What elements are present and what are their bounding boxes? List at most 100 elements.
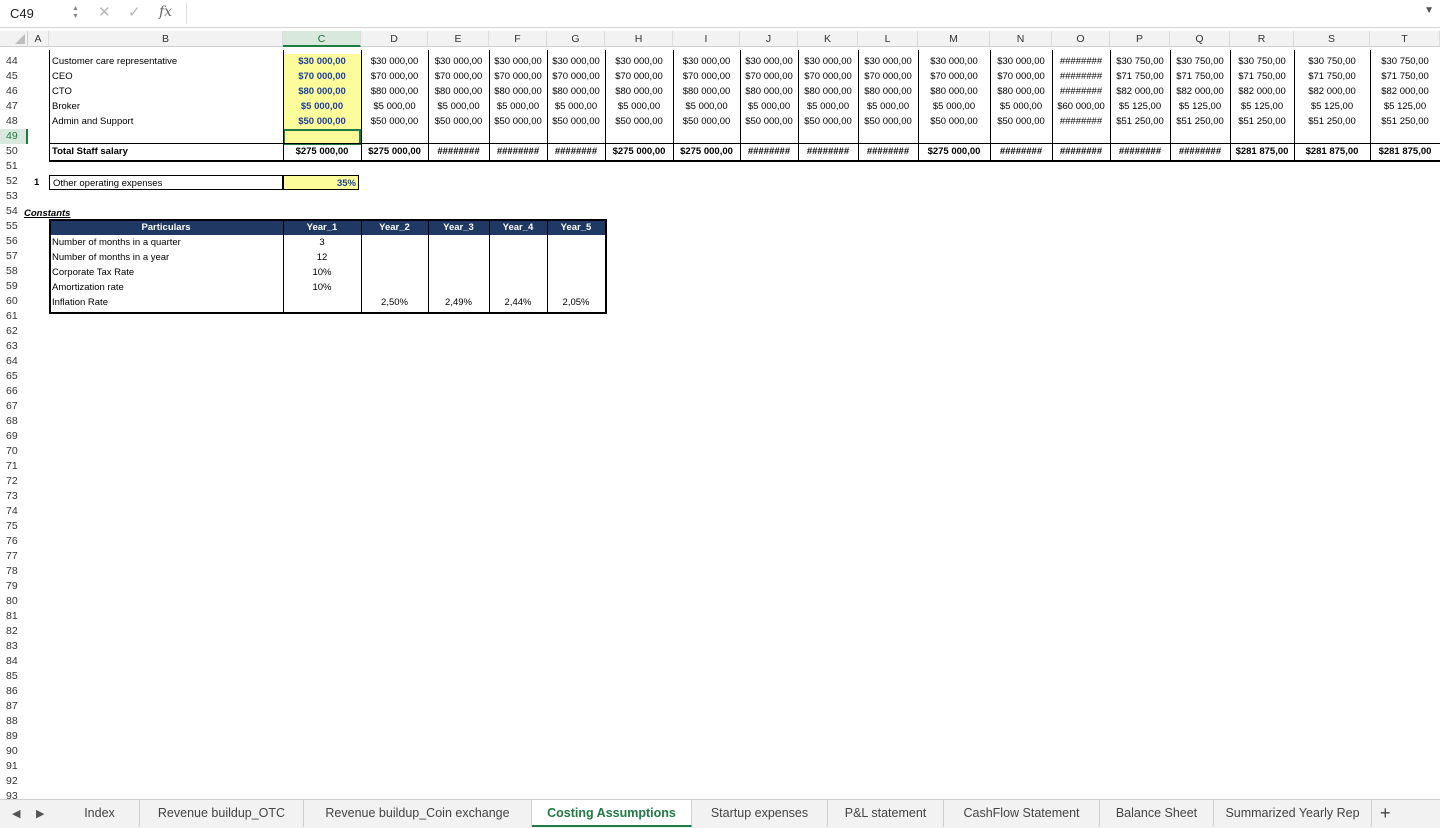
- salary-cell[interactable]: $50 000,00: [547, 114, 605, 129]
- salary-cell[interactable]: $5 000,00: [918, 99, 990, 114]
- name-box[interactable]: C49 ▲ ▼: [0, 2, 82, 24]
- row-header-68[interactable]: 68: [0, 414, 28, 429]
- constants-value[interactable]: 2,44%: [489, 295, 547, 310]
- row-header-89[interactable]: 89: [0, 729, 28, 744]
- total-salary-cell[interactable]: $281 875,00: [1370, 144, 1440, 159]
- salary-cell[interactable]: $30 000,00: [858, 54, 918, 69]
- row-header-70[interactable]: 70: [0, 444, 28, 459]
- row-header-87[interactable]: 87: [0, 699, 28, 714]
- column-header-i[interactable]: I: [673, 31, 740, 47]
- cancel-icon[interactable]: ✕: [98, 3, 111, 21]
- column-header-a[interactable]: A: [28, 31, 49, 47]
- salary-cell[interactable]: $5 000,00: [489, 99, 547, 114]
- salary-cell[interactable]: $30 000,00: [918, 54, 990, 69]
- constants-value[interactable]: 10%: [283, 280, 361, 295]
- total-salary-cell[interactable]: ########: [1052, 144, 1110, 159]
- constants-value[interactable]: [489, 235, 547, 250]
- scroll-tabs-left-icon[interactable]: ◀: [12, 807, 20, 820]
- salary-cell[interactable]: $30 750,00: [1230, 54, 1294, 69]
- row-header-71[interactable]: 71: [0, 459, 28, 474]
- salary-cell[interactable]: $71 750,00: [1110, 69, 1170, 84]
- salary-cell[interactable]: $30 000,00: [547, 54, 605, 69]
- total-salary-cell[interactable]: ########: [1170, 144, 1230, 159]
- salary-cell[interactable]: $80 000,00: [428, 84, 489, 99]
- sheet-tab-costing-assumptions[interactable]: Costing Assumptions: [532, 800, 692, 827]
- salary-cell[interactable]: $50 000,00: [428, 114, 489, 129]
- salary-cell[interactable]: $50 000,00: [673, 114, 740, 129]
- column-header-t[interactable]: T: [1370, 31, 1440, 47]
- column-header-g[interactable]: G: [547, 31, 605, 47]
- constants-value[interactable]: [547, 265, 605, 280]
- row-header-45[interactable]: 45: [0, 69, 28, 84]
- constants-value[interactable]: 2,50%: [361, 295, 428, 310]
- salary-cell[interactable]: $80 000,00: [798, 84, 858, 99]
- column-header-n[interactable]: N: [990, 31, 1052, 47]
- select-all-corner[interactable]: [0, 31, 28, 47]
- expand-formula-bar-icon[interactable]: ▼: [1424, 5, 1434, 16]
- salary-cell[interactable]: $80 000,00: [673, 84, 740, 99]
- function-icon[interactable]: fx: [159, 4, 172, 20]
- row-header-67[interactable]: 67: [0, 399, 28, 414]
- sheet-tab-p-l-statement[interactable]: P&L statement: [828, 800, 944, 827]
- row-header-73[interactable]: 73: [0, 489, 28, 504]
- scroll-tabs-right-icon[interactable]: ▶: [36, 807, 44, 820]
- row-header-53[interactable]: 53: [0, 189, 28, 204]
- sheet-tab-summarized-yearly-rep[interactable]: Summarized Yearly Rep: [1214, 800, 1372, 827]
- row-header-57[interactable]: 57: [0, 249, 28, 264]
- column-header-f[interactable]: F: [489, 31, 547, 47]
- salary-cell[interactable]: $50 000,00: [990, 114, 1052, 129]
- constants-value[interactable]: [489, 280, 547, 295]
- salary-cell[interactable]: $30 000,00: [605, 54, 673, 69]
- sheet-tab-cashflow-statement[interactable]: CashFlow Statement: [944, 800, 1100, 827]
- salary-cell[interactable]: $60 000,00: [1052, 99, 1110, 114]
- row-header-92[interactable]: 92: [0, 774, 28, 789]
- salary-cell[interactable]: $30 000,00: [798, 54, 858, 69]
- row-header-88[interactable]: 88: [0, 714, 28, 729]
- row-header-49[interactable]: 49: [0, 129, 28, 144]
- salary-cell[interactable]: $30 000,00: [361, 54, 428, 69]
- salary-cell[interactable]: $51 250,00: [1370, 114, 1440, 129]
- total-salary-cell[interactable]: $275 000,00: [673, 144, 740, 159]
- column-header-l[interactable]: L: [858, 31, 918, 47]
- row-header-91[interactable]: 91: [0, 759, 28, 774]
- total-salary-cell[interactable]: ########: [990, 144, 1052, 159]
- salary-cell[interactable]: $30 000,00: [673, 54, 740, 69]
- salary-cell[interactable]: $5 000,00: [740, 99, 798, 114]
- salary-cell[interactable]: $30 750,00: [1370, 54, 1440, 69]
- constants-value[interactable]: [361, 280, 428, 295]
- salary-cell[interactable]: $5 125,00: [1170, 99, 1230, 114]
- column-header-k[interactable]: K: [798, 31, 858, 47]
- constants-value[interactable]: [489, 265, 547, 280]
- salary-cell[interactable]: $70 000,00: [858, 69, 918, 84]
- row-header-85[interactable]: 85: [0, 669, 28, 684]
- constants-value[interactable]: [361, 235, 428, 250]
- salary-cell[interactable]: $30 000,00: [740, 54, 798, 69]
- total-salary-cell[interactable]: ########: [740, 144, 798, 159]
- row-header-90[interactable]: 90: [0, 744, 28, 759]
- constants-value[interactable]: 10%: [283, 265, 361, 280]
- constants-value[interactable]: 12: [283, 250, 361, 265]
- salary-cell[interactable]: ########: [1052, 69, 1110, 84]
- salary-cell[interactable]: $5 000,00: [283, 99, 361, 114]
- salary-cell[interactable]: $70 000,00: [673, 69, 740, 84]
- salary-cell[interactable]: $70 000,00: [547, 69, 605, 84]
- row-header-63[interactable]: 63: [0, 339, 28, 354]
- salary-cell[interactable]: $80 000,00: [283, 84, 361, 99]
- total-salary-cell[interactable]: ########: [428, 144, 489, 159]
- salary-cell[interactable]: $50 000,00: [605, 114, 673, 129]
- row-header-55[interactable]: 55: [0, 219, 28, 234]
- salary-cell[interactable]: $5 000,00: [547, 99, 605, 114]
- other-opex-value[interactable]: 35%: [283, 175, 359, 190]
- salary-cell[interactable]: $70 000,00: [489, 69, 547, 84]
- salary-cell[interactable]: $70 000,00: [740, 69, 798, 84]
- row-header-75[interactable]: 75: [0, 519, 28, 534]
- row-header-65[interactable]: 65: [0, 369, 28, 384]
- column-header-p[interactable]: P: [1110, 31, 1170, 47]
- row-header-48[interactable]: 48: [0, 114, 28, 129]
- salary-cell[interactable]: $51 250,00: [1110, 114, 1170, 129]
- salary-cell[interactable]: $71 750,00: [1170, 69, 1230, 84]
- salary-cell[interactable]: $80 000,00: [740, 84, 798, 99]
- salary-cell[interactable]: $70 000,00: [798, 69, 858, 84]
- salary-cell[interactable]: $5 000,00: [428, 99, 489, 114]
- total-salary-cell[interactable]: ########: [489, 144, 547, 159]
